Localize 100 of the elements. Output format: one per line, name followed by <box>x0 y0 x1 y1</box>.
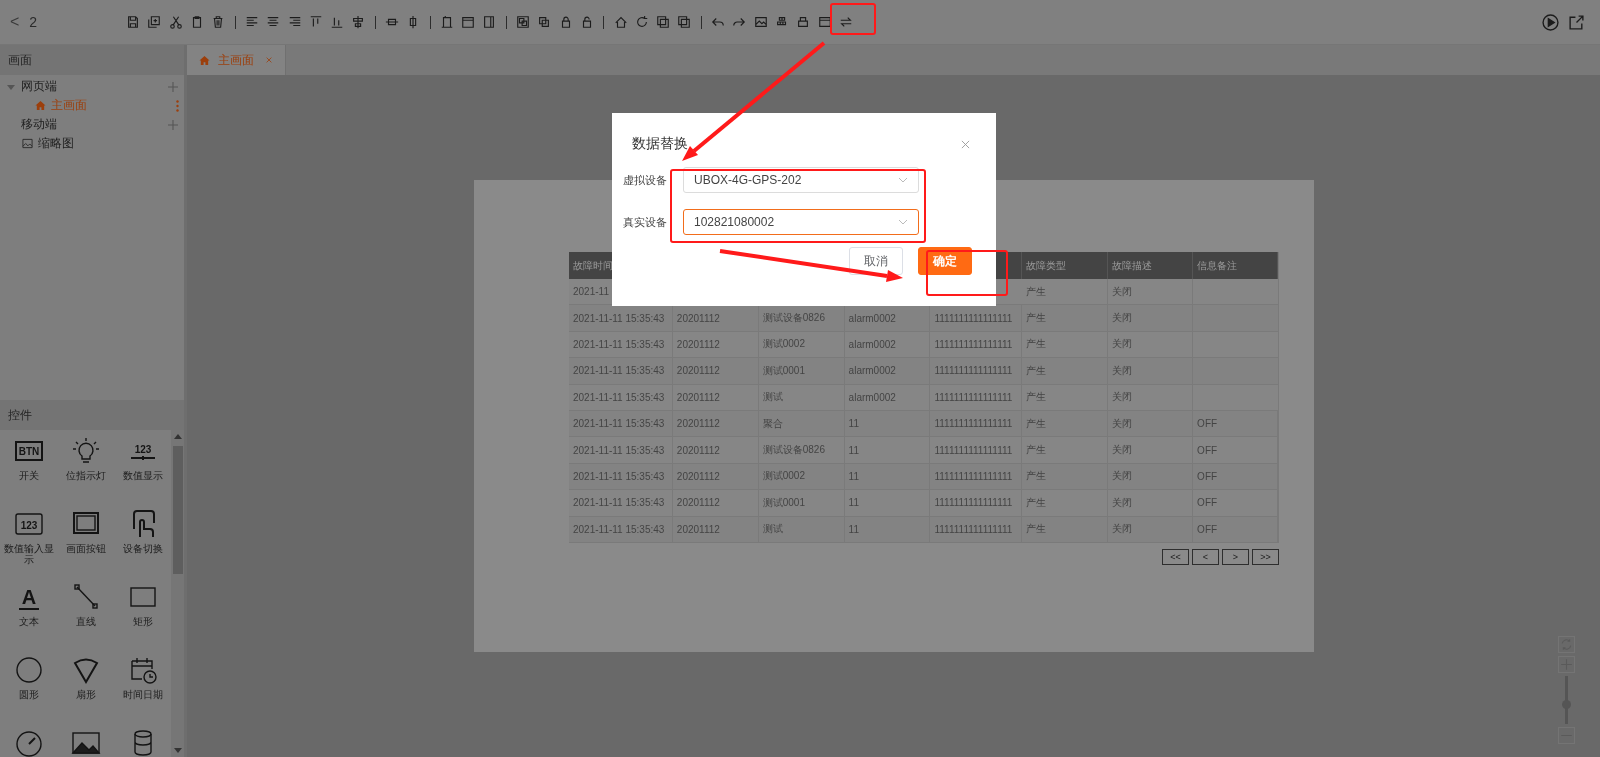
confirm-button[interactable]: 确定 <box>918 247 972 275</box>
table-cell: OFF <box>1193 437 1278 463</box>
widget-label: 设备切换 <box>121 543 164 554</box>
table-cell: 11 <box>844 437 931 463</box>
align-left-icon[interactable] <box>244 15 259 29</box>
table-cell: 关闭 <box>1108 279 1194 305</box>
widget-label: 扇形 <box>74 689 97 700</box>
table-cell: 1111111111111111 <box>930 358 1023 384</box>
table-cell: 关闭 <box>1108 490 1194 516</box>
page-button[interactable]: >> <box>1252 548 1279 565</box>
save-icon[interactable] <box>126 15 141 29</box>
table-cell: 1111111111111111 <box>930 384 1023 410</box>
table-cell: 20201112 <box>672 410 759 437</box>
split-frame-icon[interactable] <box>482 15 497 29</box>
table-cell: 产生 <box>1022 463 1109 490</box>
tree-item[interactable]: 网页端 <box>21 78 57 95</box>
widget-label: 画面按钮 <box>64 543 107 554</box>
table-cell: 产生 <box>1022 279 1109 305</box>
house-shape-icon[interactable] <box>613 15 628 29</box>
image-icon[interactable] <box>753 15 768 29</box>
table-cell: 1111111111111111 <box>930 463 1023 490</box>
align-center-icon[interactable] <box>266 15 281 29</box>
table-cell: alarm0002 <box>844 384 931 410</box>
table-cell: 2021-11-11 15:35:43 <box>569 358 673 384</box>
window-frame-icon[interactable] <box>461 15 476 29</box>
swap-icon[interactable] <box>838 15 853 29</box>
home-icon <box>35 100 46 111</box>
back-button[interactable]: < <box>10 13 20 31</box>
gauge-widget-icon[interactable] <box>13 728 44 757</box>
edit-icon[interactable] <box>1568 13 1585 31</box>
table-cell: 产生 <box>1022 305 1109 331</box>
table-cell: 2021-11-11 15:35:43 <box>569 490 673 516</box>
table-cell: 产生 <box>1022 331 1109 358</box>
scrollbar[interactable] <box>171 430 184 757</box>
table-cell: 1111111111111111 <box>930 437 1023 463</box>
table-cell: 关闭 <box>1108 331 1194 358</box>
table-cell: 20201112 <box>672 358 759 384</box>
dialog-title: 数据替换 <box>632 135 688 153</box>
circle-widget-icon[interactable] <box>13 655 44 685</box>
align-top-icon[interactable] <box>308 15 323 29</box>
table-cell: OFF <box>1193 490 1278 516</box>
table-cell: 产生 <box>1022 516 1109 542</box>
table-cell: 产生 <box>1022 384 1109 410</box>
widget-label: 数值显示 <box>121 470 164 481</box>
table-cell: 产生 <box>1022 437 1109 463</box>
table-cell: OFF <box>1193 410 1278 437</box>
table-cell: OFF <box>1193 463 1278 490</box>
table-cell: 1111111111111111 <box>930 410 1023 437</box>
stack-icon[interactable] <box>537 15 552 29</box>
layers-icon[interactable] <box>656 15 671 29</box>
table-cell: 11 <box>844 516 931 542</box>
page-button[interactable]: < <box>1192 548 1219 565</box>
select-field[interactable]: 102821080002 <box>683 209 919 235</box>
add-copy-icon[interactable] <box>147 15 162 29</box>
select-field[interactable]: UBOX-4G-GPS-202 <box>683 167 919 193</box>
page-button[interactable]: << <box>1162 548 1189 565</box>
table-cell: 2021-11-11 15:35:43 <box>569 410 673 437</box>
table-cell: 2021-11-11 15:35:43 <box>569 437 673 463</box>
bracket-frame-icon[interactable] <box>439 15 454 29</box>
scroll-down-icon[interactable] <box>173 747 182 753</box>
table-cell: 2021-11-11 15:35:43 <box>569 463 673 490</box>
widget-label: 矩形 <box>131 616 154 627</box>
table-cell: 2021-11-11 15:35:43 <box>569 516 673 542</box>
bulb-widget-icon[interactable] <box>70 436 101 466</box>
field-label: 虚拟设备 <box>623 172 668 188</box>
cancel-button[interactable]: 取消 <box>849 247 903 275</box>
table-cell: 1111111111111111 <box>930 490 1023 516</box>
align-middle-icon[interactable] <box>351 15 366 29</box>
home-icon <box>199 54 210 66</box>
layers-back-icon[interactable] <box>677 15 692 29</box>
redo-icon[interactable] <box>732 15 747 29</box>
rotate-icon[interactable] <box>634 15 649 29</box>
panel-header: 画面 <box>0 45 184 75</box>
table-cell: 11 <box>844 410 931 437</box>
table-cell: 聚合 <box>758 410 845 437</box>
scroll-up-icon[interactable] <box>173 434 182 440</box>
clapper-icon[interactable] <box>817 15 832 29</box>
table-cell: 2021-11-11 15:35:43 <box>569 384 673 410</box>
group-icon[interactable] <box>516 15 531 29</box>
widget-label: 开关 <box>17 470 40 481</box>
tree-item[interactable]: 移动端 <box>21 116 57 133</box>
widget-label: 时间日期 <box>121 689 164 700</box>
image-icon <box>22 138 33 149</box>
play-icon[interactable] <box>1542 13 1559 31</box>
printer-icon[interactable] <box>796 15 811 29</box>
table-cell: 20201112 <box>672 384 759 410</box>
close-icon[interactable] <box>961 139 970 149</box>
chevron-down-icon <box>898 219 908 225</box>
align-bottom-icon[interactable] <box>330 15 345 29</box>
cut-icon[interactable] <box>168 15 183 29</box>
page-button[interactable]: > <box>1222 548 1249 565</box>
align-right-icon[interactable] <box>287 15 302 29</box>
undo-icon[interactable] <box>711 15 726 29</box>
table-cell: 11 <box>844 490 931 516</box>
panel-header: 控件 <box>0 400 184 430</box>
table-cell: 产生 <box>1022 490 1109 516</box>
annotation-frame <box>830 3 876 35</box>
tree-item[interactable]: 缩略图 <box>38 135 74 152</box>
table-cell: 产生 <box>1022 358 1109 384</box>
widget-label: 数值输入显示 <box>2 543 55 565</box>
